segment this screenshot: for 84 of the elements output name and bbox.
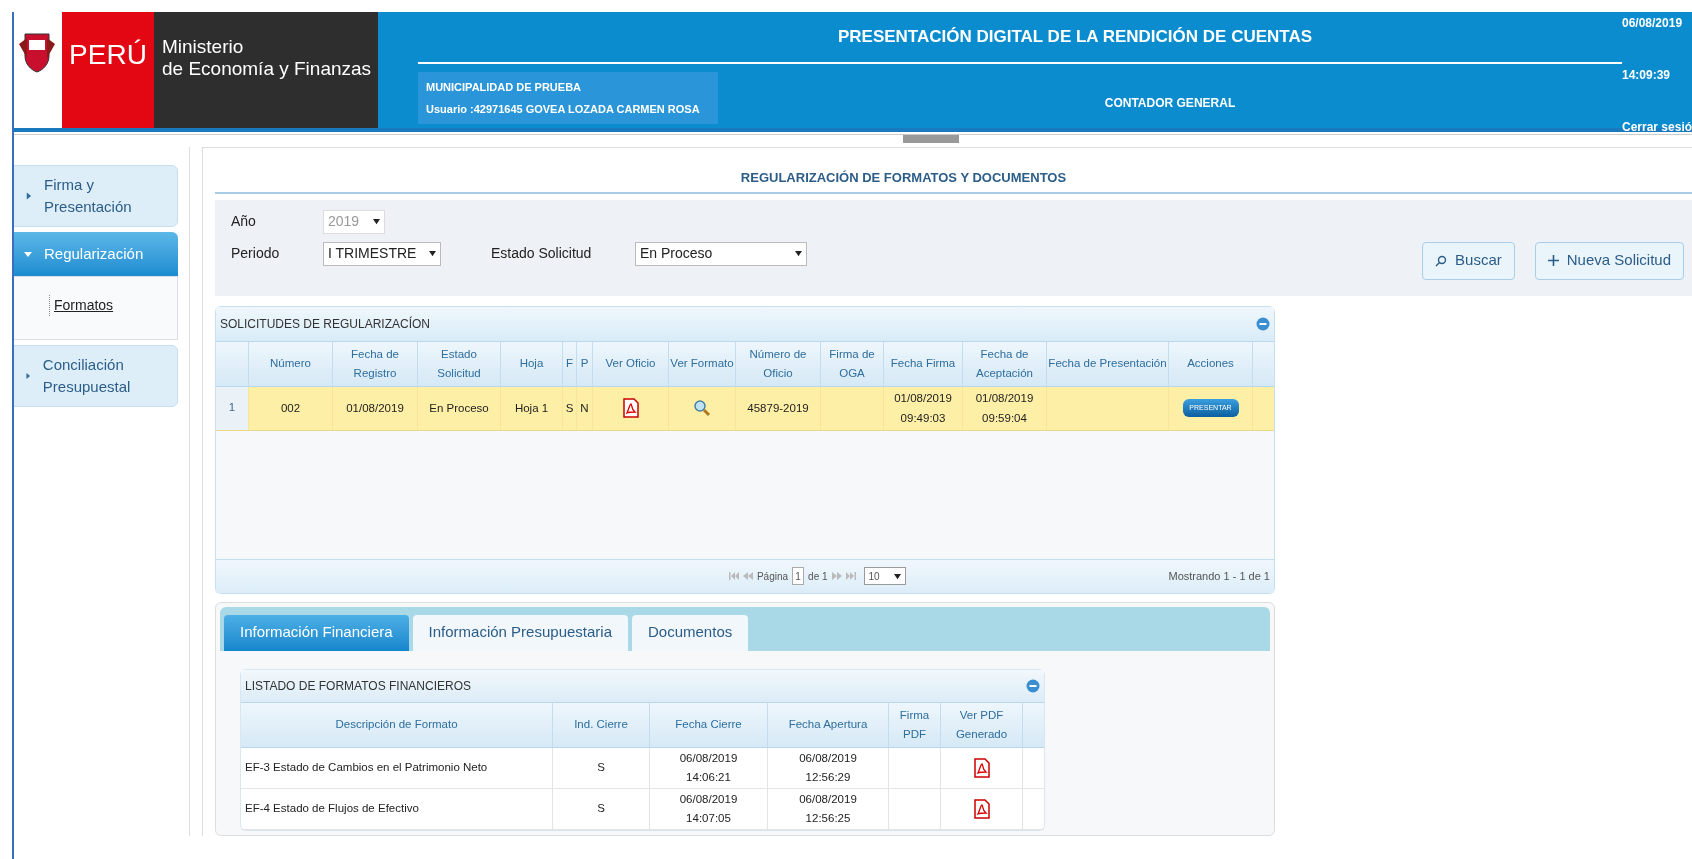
table-cell-text: 002 [280, 401, 301, 416]
column-header: Firma PDF [898, 707, 931, 742]
page-size-select[interactable]: 10 [863, 567, 906, 585]
table-cell-text: 06/08/2019 12:56:29 [798, 750, 858, 785]
column-header: Fecha de Presentación [1048, 356, 1167, 371]
user-name: Usuario :42971645 GOVEA LOZADA CARMEN ROSA [426, 102, 701, 117]
page-input[interactable]: 1 [792, 567, 805, 585]
column-header: Número [270, 356, 311, 371]
search-button[interactable]: Buscar [1422, 241, 1515, 280]
page-title: REGULARIZACIÓN DE FORMATOS Y DOCUMENTOS [740, 169, 1067, 187]
table-cell-text: EF-4 Estado de Flujos de Efectivo [245, 800, 419, 816]
menu-item[interactable]: Firma y Presentación [12, 165, 178, 227]
time-text: 14:09:39 [1622, 67, 1672, 84]
caret-icon [25, 372, 31, 380]
ministry-name: de Economía y Finanzas [162, 58, 373, 80]
date-text: 06/08/2019 [1622, 15, 1684, 32]
table-cell-text: EF-3 Estado de Cambios en el Patrimonio Neto [245, 759, 488, 775]
record-count: Mostrando 1 - 1 de 1 [1168, 568, 1271, 584]
column-header: Hoja [519, 356, 544, 371]
column-header: Ver Oficio [605, 356, 656, 371]
tab[interactable]: Documentos [632, 614, 749, 651]
ministry-name: Ministerio [162, 36, 245, 58]
new-request-button[interactable]: Nueva Solicitud [1534, 241, 1684, 280]
column-header: Número de Oficio [748, 346, 808, 381]
column-header: Fecha de Aceptación [975, 346, 1034, 381]
table-cell-text: 01/08/2019 09:49:03 [893, 391, 953, 426]
table-cell-text: 06/08/2019 14:06:21 [678, 750, 739, 785]
table-cell-text: S [565, 401, 574, 416]
table-cell-text: 45879-2019 [747, 401, 809, 416]
splitter-handle[interactable] [903, 135, 959, 143]
caret-icon [429, 250, 436, 257]
collapse-icon[interactable] [1026, 678, 1040, 693]
table-cell-text: En Proceso [429, 401, 489, 416]
table-cell-text: 01/08/2019 [346, 401, 404, 416]
entity-name: MUNICIPALIDAD DE PRUEBA [426, 80, 583, 95]
panel-title: LISTADO DE FORMATOS FINANCIEROS [245, 677, 472, 695]
pdf-file-icon[interactable] [973, 798, 990, 819]
column-header: Estado Solicitud [436, 346, 482, 381]
caret-icon [25, 192, 33, 200]
column-header: Descripción de Formato [335, 717, 458, 732]
field-label: Periodo [231, 244, 281, 263]
column-header: P [580, 356, 589, 371]
table-cell-text: S [597, 800, 605, 816]
column-header: Ver Formato [670, 356, 734, 371]
collapse-icon[interactable] [1256, 316, 1270, 331]
column-header: Ver PDF Generado [954, 707, 1009, 742]
table-cell-text: S [597, 759, 605, 775]
caret-icon [373, 218, 380, 225]
row-number: 1 [228, 400, 236, 416]
column-header: Fecha Firma [890, 356, 956, 371]
column-header: F [566, 356, 573, 371]
column-header: Fecha de Registro [350, 346, 400, 381]
column-header: Fecha Apertura [788, 717, 868, 732]
system-title: PRESENTACIÓN DIGITAL DE LA RENDICIÓN DE CUENTAS [837, 26, 1313, 49]
table-cell-text: 01/08/2019 09:59:04 [974, 391, 1035, 426]
user-role: CONTADOR GENERAL [1104, 95, 1236, 112]
plus-icon [1547, 255, 1559, 266]
magnifier-icon[interactable] [693, 399, 711, 417]
column-header: Acciones [1187, 356, 1234, 371]
pdf-file-icon[interactable] [973, 757, 990, 778]
caret-icon [893, 572, 901, 580]
caret-icon [795, 250, 802, 257]
column-header: Fecha Cierre [675, 717, 742, 732]
pdf-file-icon[interactable] [622, 398, 639, 418]
caret-icon [24, 250, 32, 258]
page-label: Página [756, 569, 789, 584]
column-header: Firma de OGA [828, 346, 876, 381]
page-count: de 1 [808, 569, 828, 584]
submenu-link[interactable]: Formatos [49, 295, 114, 316]
field-label: Año [231, 212, 257, 231]
tab[interactable]: Información Presupuestaria [412, 614, 628, 651]
menu-item[interactable]: Conciliación Presupuestal [12, 345, 178, 407]
column-header: Ind. Cierre [574, 717, 628, 732]
table-cell-text: 06/08/2019 12:56:25 [798, 791, 858, 826]
table-cell-text: N [580, 401, 589, 416]
search-icon [1435, 254, 1448, 267]
select-field[interactable]: I TRIMESTRE [323, 241, 441, 266]
country-name: PERÚ [69, 38, 147, 72]
select-field[interactable]: En Proceso [635, 241, 807, 266]
table-cell-text: 06/08/2019 14:07:05 [678, 791, 739, 826]
field-label: Estado Solicitud [491, 244, 593, 263]
table-cell-text: Hoja 1 [514, 401, 549, 416]
logout-link[interactable]: Cerrar sesió [1622, 118, 1692, 136]
panel-title: SOLICITUDES DE REGULARIZACÍON [220, 315, 431, 333]
